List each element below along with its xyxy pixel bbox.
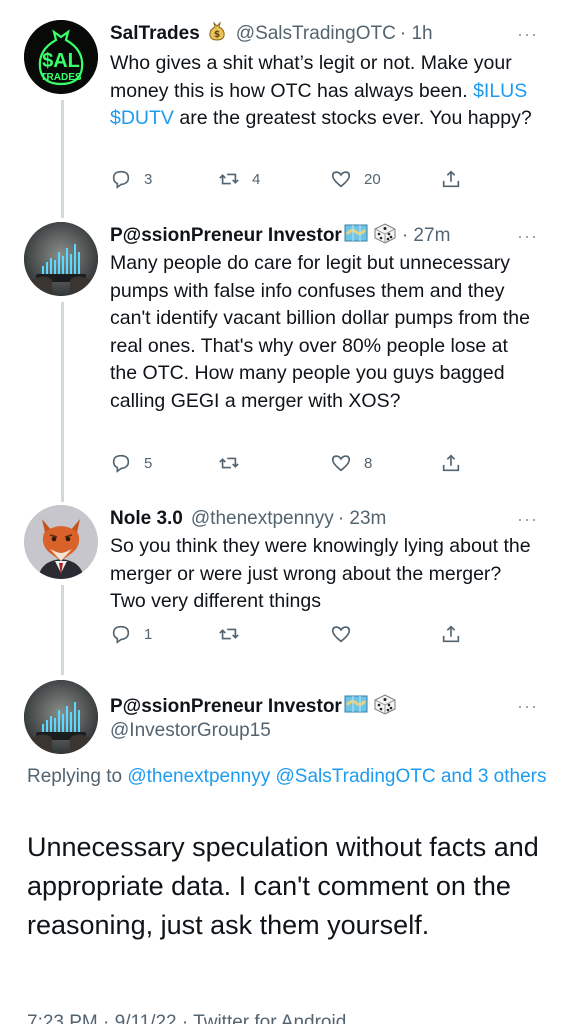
tweet-header: P@ssionPreneur Investor · 27m [110,222,450,250]
timestamp[interactable]: · 23m [338,508,387,530]
tweet-text: So you think they were knowingly lying a… [110,535,531,612]
avatar-nole[interactable] [24,505,98,579]
user-handle[interactable]: @InvestorGroup15 [110,720,271,742]
tweet-text: Who gives a shit what’s legit or not. Ma… [110,50,540,133]
tweet-passionpreneur[interactable]: P@ssionPreneur Investor · 27m ··· Many p… [0,222,568,482]
cashtag-ilus[interactable]: $ILUS [473,80,527,102]
map-icon [344,693,368,721]
tweet-header: Nole 3.0 @thenextpennyy · 23m [110,505,386,533]
tweet-text-part: are the greatest stocks ever. You happy? [173,107,532,129]
like-count: 8 [364,454,373,472]
dice-icon [372,692,398,722]
tweet-actions: 1 [110,623,460,647]
like-button[interactable] [330,623,364,645]
svg-text:$: $ [214,30,220,40]
tweet-saltrades[interactable]: $AL TRADES SalTrades $ @SalsTradingOTC ·… [0,20,568,200]
passionpreneur-avatar-art [24,222,98,296]
cashtag-dutv[interactable]: $DUTV [110,107,174,129]
retweet-icon [219,628,239,640]
tweet-text-part: Who gives a shit what’s legit or not. Ma… [110,52,512,102]
reply-button[interactable]: 5 [110,452,152,474]
retweet-icon [219,457,239,469]
passionpreneur-avatar-art [24,680,98,754]
map-icon [344,222,368,250]
reply-icon [112,170,130,189]
more-icon[interactable]: ··· [517,24,538,45]
avatar-main[interactable] [24,680,98,754]
retweet-count: 4 [252,170,261,188]
like-icon [331,455,351,472]
display-name[interactable]: P@ssionPreneur Investor [110,225,342,247]
retweet-button[interactable] [218,623,252,645]
reply-count: 1 [144,625,153,643]
replying-to: Replying to @thenextpennyy @SalsTradingO… [27,762,547,792]
tweet-actions: 5 8 [110,452,460,476]
reply-button[interactable]: 3 [110,168,152,190]
avatar-text-bottom: TRADES [40,72,81,83]
tweet-header: SalTrades $ @SalsTradingOTC · 1h [110,20,433,48]
like-button[interactable]: 20 [330,168,381,190]
reply-button[interactable]: 1 [110,623,152,645]
like-count: 20 [364,170,381,188]
avatar-text-top: $AL [42,50,80,72]
like-icon [331,171,351,188]
share-button[interactable] [440,623,462,645]
user-handle[interactable]: @thenextpennyy [191,508,334,530]
tweet-nole[interactable]: Nole 3.0 @thenextpennyy · 23m ··· So you… [0,505,568,655]
main-name-row: P@ssionPreneur Investor [110,692,398,722]
tweet-actions: 3 4 20 [110,168,460,192]
tweet-text: Many people do care for legit but unnece… [110,252,530,412]
main-tweet: P@ssionPreneur Investor @InvestorGroup15… [0,680,568,1024]
more-icon[interactable]: ··· [517,696,538,717]
reply-icon [112,454,130,473]
share-icon [442,454,460,472]
reply-count: 5 [144,454,153,472]
share-icon [442,625,460,643]
share-icon [442,170,460,188]
display-name[interactable]: Nole 3.0 [110,508,183,530]
tweet-meta-footer: 7:23 PM · 9/11/22 · Twitter for Android [27,1012,347,1024]
reply-count: 3 [144,170,153,188]
retweet-button[interactable] [218,452,252,474]
money-bag-icon: $ [206,20,228,48]
replying-prefix: Replying to [27,766,128,787]
share-button[interactable] [440,452,462,474]
retweet-icon [219,173,239,185]
timestamp[interactable]: · 1h [400,23,433,45]
display-name[interactable]: SalTrades [110,23,200,45]
like-button[interactable]: 8 [330,452,372,474]
main-tweet-text: Unnecessary speculation without facts an… [27,832,539,940]
more-icon[interactable]: ··· [517,509,538,530]
reply-icon [112,625,130,644]
replying-links[interactable]: @thenextpennyy @SalsTradingOTC and 3 oth… [127,766,546,787]
avatar-saltrades[interactable]: $AL TRADES [24,20,98,94]
user-handle[interactable]: @SalsTradingOTC [236,23,396,45]
share-button[interactable] [440,168,462,190]
avatar-passionpreneur[interactable] [24,222,98,296]
more-icon[interactable]: ··· [517,226,538,247]
saltrades-logo: $AL TRADES [24,20,98,94]
timestamp[interactable]: · 27m [402,225,451,247]
like-icon [331,626,351,643]
retweet-button[interactable]: 4 [218,168,260,190]
fox-avatar-art [24,505,98,579]
dice-icon [372,221,398,251]
display-name[interactable]: P@ssionPreneur Investor [110,696,342,718]
